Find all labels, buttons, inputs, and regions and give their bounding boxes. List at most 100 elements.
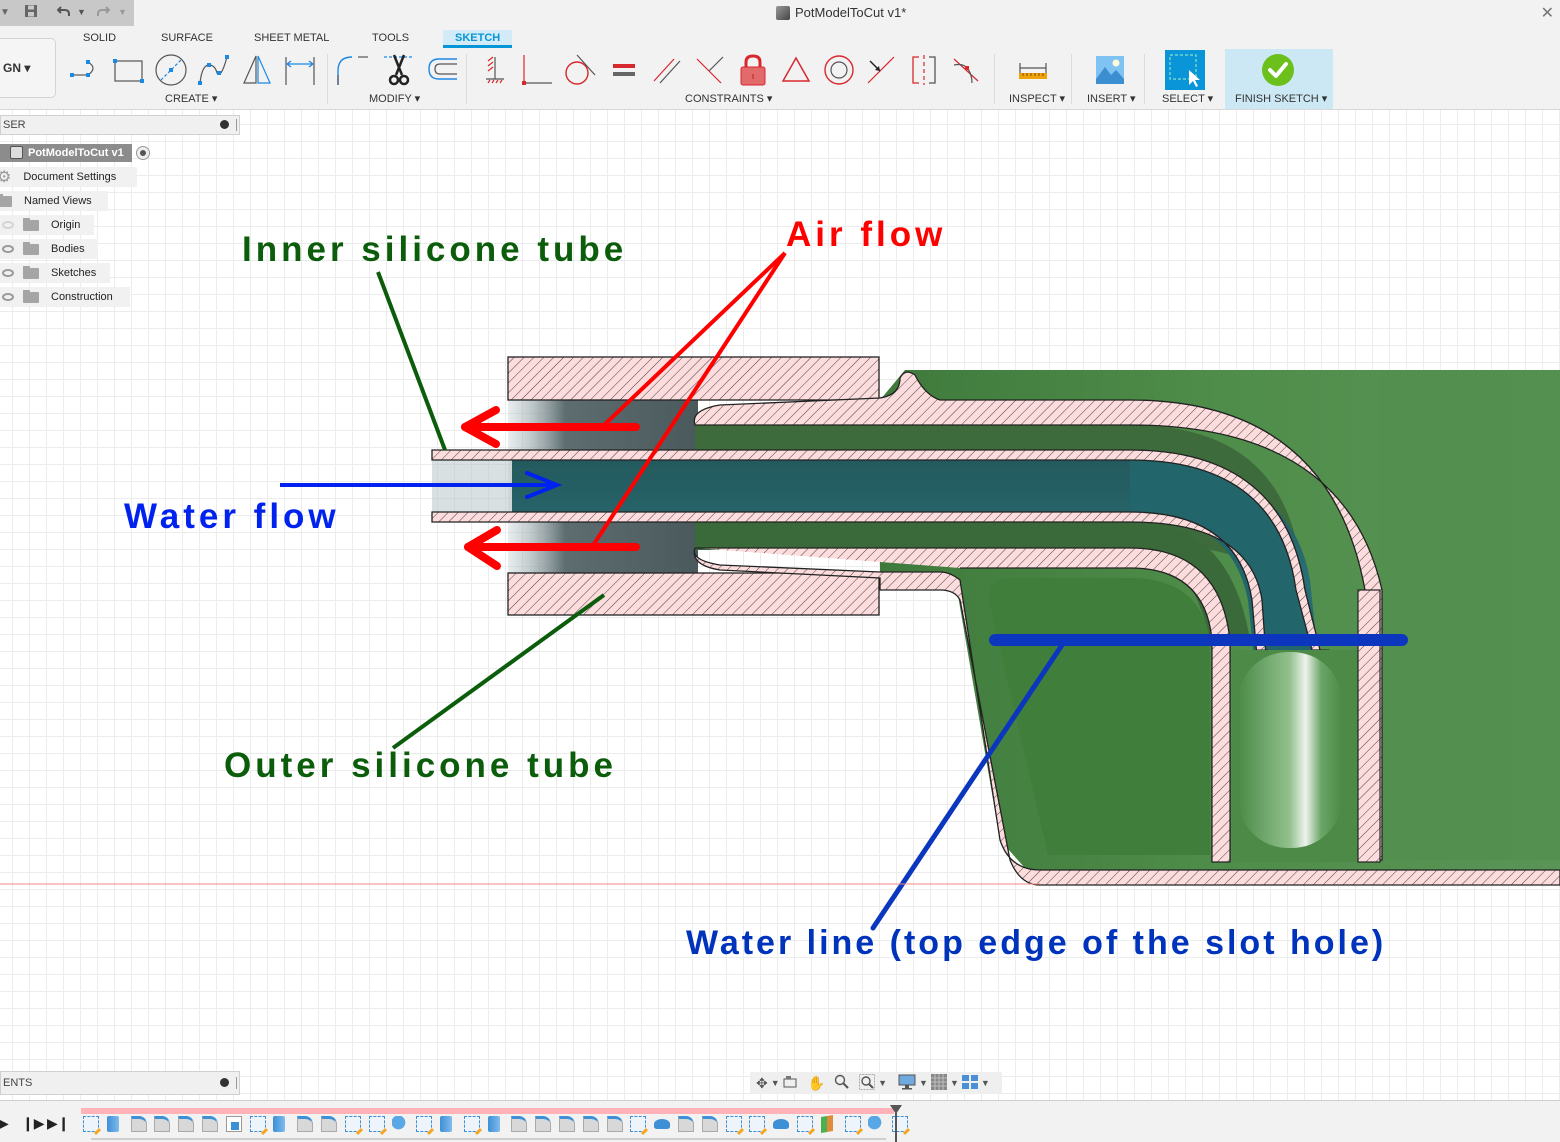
mirror-tool-icon[interactable] (240, 52, 274, 88)
coincident-constraint-icon[interactable] (520, 52, 554, 88)
redo-icon[interactable] (96, 4, 111, 21)
timeline-feature-extrude-icon[interactable] (440, 1116, 452, 1132)
save-icon[interactable] (24, 4, 38, 21)
timeline-feature-fillet-icon[interactable] (606, 1116, 623, 1132)
undo-dropdown-icon[interactable]: ▼ (77, 7, 86, 17)
collinear-constraint-icon[interactable] (864, 52, 898, 88)
timeline-feature-sketch-icon[interactable] (630, 1116, 647, 1132)
insert-image-icon[interactable] (1093, 52, 1127, 88)
undo-icon[interactable] (56, 4, 71, 21)
modify-group-label[interactable]: MODIFY ▾ (369, 92, 420, 105)
viewports-icon[interactable] (961, 1074, 978, 1092)
browser-panel-header[interactable]: SER (0, 115, 240, 135)
zoom-dropdown-icon[interactable]: ▼ (878, 1078, 887, 1088)
timeline-feature-extrude-icon[interactable] (487, 1116, 500, 1132)
concentric-constraint-icon[interactable] (822, 52, 856, 88)
finish-sketch-label[interactable]: FINISH SKETCH ▾ (1235, 92, 1327, 105)
timeline-feature-fillet-icon[interactable] (202, 1116, 218, 1132)
timeline-feature-sketch-icon[interactable] (249, 1116, 266, 1132)
tab-sheet-metal[interactable]: SHEET METAL (254, 30, 329, 48)
select-tool-icon[interactable] (1165, 50, 1205, 90)
display-settings-icon[interactable] (898, 1074, 916, 1093)
browser-pin-icon[interactable] (236, 119, 237, 131)
tab-surface[interactable]: SURFACE (161, 30, 213, 48)
visibility-eye-icon[interactable] (2, 269, 14, 277)
file-menu-chevron-icon[interactable]: ▼ (0, 7, 10, 18)
browser-collapse-icon[interactable] (220, 120, 229, 129)
rectangle-tool-icon[interactable] (111, 52, 145, 88)
visibility-hidden-icon[interactable] (2, 221, 14, 229)
circle-tool-icon[interactable] (154, 52, 188, 88)
timeline-feature-shell-icon[interactable] (225, 1116, 242, 1132)
visibility-eye-icon[interactable] (2, 293, 14, 301)
trim-tool-icon[interactable] (382, 52, 416, 88)
timeline-feature-sketch-icon[interactable] (749, 1116, 766, 1132)
grid-icon[interactable] (930, 1073, 947, 1093)
close-icon[interactable]: ✕ (1541, 3, 1554, 23)
zoom-icon[interactable] (834, 1074, 850, 1093)
browser-item-bodies[interactable]: Bodies (0, 239, 98, 259)
step-forward-icon[interactable]: ❙▶ (22, 1115, 45, 1132)
active-component-radio[interactable] (135, 146, 150, 160)
timeline-feature-fillet-icon[interactable] (321, 1116, 337, 1132)
timeline-feature-pattern-icon[interactable] (773, 1119, 790, 1129)
comments-pin-icon[interactable] (236, 1077, 237, 1089)
timeline-feature-fillet-icon[interactable] (154, 1116, 171, 1132)
tab-sketch[interactable]: SKETCH (443, 30, 513, 48)
parallel-constraint-icon[interactable] (650, 52, 684, 88)
browser-item-sketches[interactable]: Sketches (0, 263, 110, 283)
play-icon[interactable]: ▶ (0, 1115, 9, 1132)
measure-tool-icon[interactable] (1016, 52, 1050, 88)
timeline-feature-sketch-icon[interactable] (725, 1116, 742, 1132)
pan-icon[interactable]: ✋ (808, 1075, 825, 1092)
browser-item-document-settings[interactable]: ⚙ Document Settings (0, 167, 137, 187)
tangent-constraint-icon[interactable] (563, 52, 597, 88)
visibility-eye-icon[interactable] (2, 245, 14, 253)
timeline-feature-fillet-icon[interactable] (297, 1116, 314, 1132)
redo-dropdown-icon[interactable]: ▼ (118, 7, 127, 17)
timeline-feature-fillet-icon[interactable] (559, 1116, 575, 1132)
timeline-feature-sketch-icon[interactable] (463, 1116, 480, 1132)
timeline-feature-combine-icon[interactable] (868, 1116, 885, 1132)
look-at-icon[interactable] (783, 1075, 797, 1091)
workspace-switcher[interactable]: GN ▾ (0, 38, 56, 98)
timeline-feature-fillet-icon[interactable] (678, 1116, 694, 1132)
timeline-feature-combine-icon[interactable] (392, 1116, 409, 1132)
timeline-marker-handle[interactable] (890, 1105, 902, 1142)
display-dropdown-icon[interactable]: ▼ (919, 1078, 928, 1088)
orbit-dropdown-icon[interactable]: ▼ (771, 1078, 780, 1088)
timeline-feature-split-icon[interactable] (820, 1114, 833, 1134)
offset-tool-icon[interactable] (425, 52, 459, 88)
timeline-feature-fillet-icon[interactable] (511, 1116, 528, 1132)
orbit-icon[interactable]: ✥ (756, 1075, 768, 1092)
fillet-tool-icon[interactable] (336, 52, 370, 88)
browser-root-node[interactable]: PotModelToCut v1 (0, 143, 150, 163)
sketch-canvas[interactable]: Inner silicone tube Air flow Water flow … (0, 110, 1560, 1100)
timeline-feature-extrude-icon[interactable] (106, 1116, 119, 1132)
create-group-label[interactable]: CREATE ▾ (165, 92, 217, 105)
root-component-label[interactable]: PotModelToCut v1 (0, 144, 132, 162)
line-tool-icon[interactable] (68, 52, 102, 88)
timeline-feature-fillet-icon[interactable] (535, 1116, 552, 1132)
timeline-feature-fillet-icon[interactable] (178, 1116, 195, 1132)
perpendicular-constraint-icon[interactable] (693, 52, 727, 88)
select-group-label[interactable]: SELECT ▾ (1162, 92, 1213, 105)
equal-constraint-icon[interactable] (607, 52, 641, 88)
curvature-constraint-icon[interactable] (950, 52, 984, 88)
constraints-group-label[interactable]: CONSTRAINTS ▾ (685, 92, 772, 105)
timeline-feature-sketch-icon[interactable] (368, 1116, 385, 1132)
browser-item-origin[interactable]: Origin (0, 215, 94, 235)
midpoint-constraint-icon[interactable] (779, 52, 813, 88)
tab-solid[interactable]: SOLID (83, 30, 116, 48)
go-to-end-icon[interactable]: ▶❙ (47, 1115, 70, 1132)
finish-sketch-check-icon[interactable] (1261, 52, 1295, 88)
inspect-group-label[interactable]: INSPECT ▾ (1009, 92, 1065, 105)
browser-item-construction[interactable]: Construction (0, 287, 130, 307)
timeline-feature-sketch-icon[interactable] (83, 1116, 99, 1132)
grid-dropdown-icon[interactable]: ▼ (950, 1078, 959, 1088)
add-comment-icon[interactable] (220, 1078, 229, 1087)
timeline-feature-fillet-icon[interactable] (701, 1116, 718, 1132)
viewports-dropdown-icon[interactable]: ▼ (981, 1078, 990, 1088)
insert-group-label[interactable]: INSERT ▾ (1087, 92, 1136, 105)
zoom-window-icon[interactable] (859, 1073, 876, 1093)
